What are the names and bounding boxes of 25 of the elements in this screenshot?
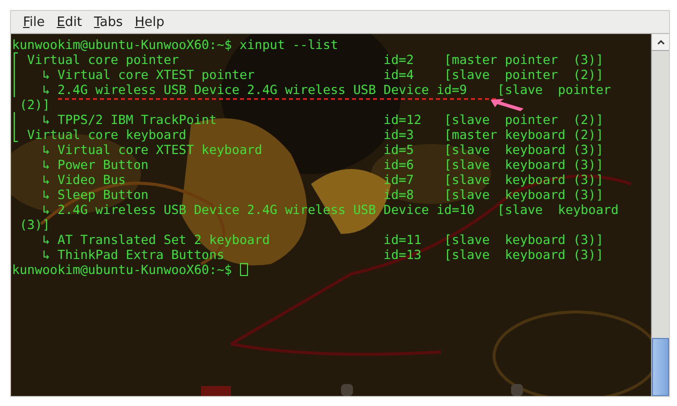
terminal-line: ⎣ Virtual core keyboard id=3 [master keyboard (2)] — [12, 127, 604, 142]
terminal-line: ⎜ ↳ TPPS/2 IBM TrackPoint id=12 [slave pointer (2)] — [12, 112, 604, 127]
scroll-thumb[interactable] — [652, 338, 669, 396]
menu-item[interactable]: Tabs — [88, 14, 129, 30]
terminal-line: ⎡ Virtual core pointer id=2 [master pointer (3)] — [12, 52, 604, 67]
terminal-line: ↳ AT Translated Set 2 keyboard id=11 [slave keyboard (3)] — [41, 232, 604, 247]
menu-item[interactable]: Edit — [50, 14, 88, 30]
terminal-line: ↳ 2.4G wireless USB Device 2.4G wireless USB Device id=10 [slave keyboard — [41, 202, 619, 217]
terminal-line: ⎜ ↳ Virtual core XTEST pointer id=4 [slave pointer (2)] — [12, 67, 604, 82]
terminal-line: ↳ Video Bus id=7 [slave keyboard (3)] — [41, 172, 604, 187]
terminal-line: ⎜ ↳ 2.4G wireless USB Device 2.4G wireless USB Device id=9 [slave pointer — [12, 82, 611, 97]
scrollbar[interactable] — [651, 34, 669, 396]
terminal-line: ↳ Sleep Button id=8 [slave keyboard (3)] — [41, 187, 604, 202]
menu-item[interactable]: Help — [128, 14, 170, 30]
terminal-line: (3)] — [18, 217, 50, 232]
text-cursor — [240, 263, 248, 276]
menu-item[interactable]: File — [17, 14, 51, 30]
terminal-line: (2)] — [18, 97, 50, 112]
scroll-up-icon[interactable] — [652, 34, 669, 51]
terminal-line: ↳ Power Button id=6 [slave keyboard (3)] — [41, 157, 604, 172]
terminal-line: ↳ Virtual core XTEST keyboard id=5 [slave keyboard (3)] — [41, 142, 604, 157]
arrow-icon — [489, 98, 525, 112]
terminal-line: ↳ ThinkPad Extra Buttons id=13 [slave keyboard (3)] — [41, 247, 604, 262]
terminal-prompt: kunwookim@ubuntu-KunwooX60:~$ — [12, 262, 232, 277]
terminal-line: kunwookim@ubuntu-KunwooX60:~$ xinput --list — [12, 37, 338, 52]
